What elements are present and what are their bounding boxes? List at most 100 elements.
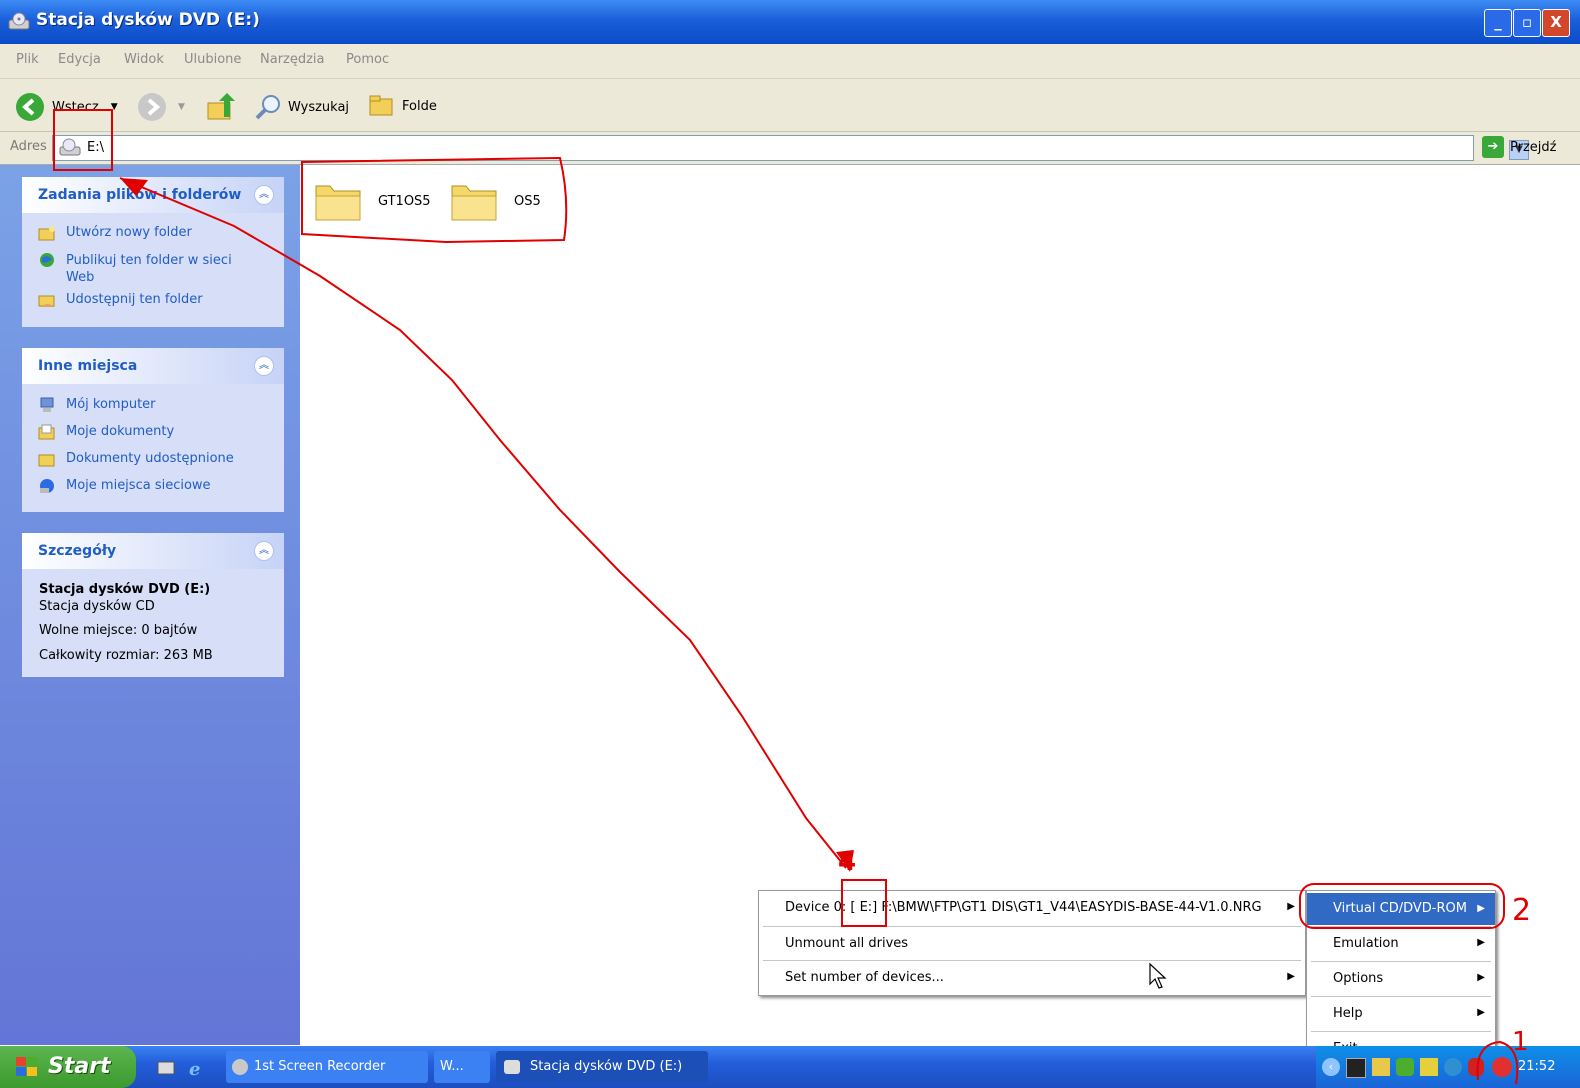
details-name: Stacja dysków DVD (E:) bbox=[39, 582, 211, 597]
file-tasks-box: Zadania plików i folderów ︽ Utwórz nowy … bbox=[22, 177, 284, 327]
tray-app-icon[interactable] bbox=[1396, 1058, 1414, 1076]
details-type: Stacja dysków CD bbox=[39, 599, 155, 614]
address-bar: Adres E:\ ▼ ➔ Przejdź bbox=[0, 132, 1580, 165]
show-desktop-icon[interactable] bbox=[156, 1058, 176, 1078]
tray-app-icon[interactable] bbox=[1346, 1058, 1366, 1078]
forward-dropdown-icon[interactable]: ▼ bbox=[178, 102, 185, 112]
folder-icon bbox=[451, 185, 497, 221]
annotation-number-2: 2 bbox=[1512, 893, 1531, 928]
submenu-arrow-icon: ▶ bbox=[1477, 903, 1485, 914]
task-pane: Zadania plików i folderów ︽ Utwórz nowy … bbox=[0, 165, 300, 1045]
shared-documents-icon bbox=[38, 454, 55, 467]
start-button[interactable]: Start bbox=[0, 1046, 136, 1088]
daemon-tools-tray-icon[interactable] bbox=[1492, 1057, 1512, 1077]
forward-button[interactable]: ▼ bbox=[138, 93, 185, 121]
task-publish-web[interactable]: Publikuj ten folder w sieci Web bbox=[38, 252, 258, 286]
mouse-cursor-icon bbox=[1149, 962, 1167, 989]
windows-logo-icon bbox=[16, 1057, 37, 1076]
submenu-arrow-icon: ▶ bbox=[1477, 1007, 1485, 1018]
clock: 21:52 bbox=[1518, 1059, 1556, 1074]
submenu-arrow-icon: ▶ bbox=[1477, 972, 1485, 983]
close-button[interactable]: X bbox=[1542, 9, 1570, 37]
menu-tools[interactable]: Narzędzia bbox=[260, 52, 325, 67]
submenu-arrow-icon: ▶ bbox=[1477, 937, 1485, 948]
folder-item[interactable]: GT1OS5 bbox=[312, 176, 431, 226]
maximize-button[interactable]: ▫ bbox=[1513, 9, 1541, 37]
documents-folder-icon bbox=[38, 424, 55, 440]
internet-explorer-icon[interactable]: e bbox=[186, 1058, 206, 1078]
details-title: Szczegóły bbox=[38, 543, 117, 559]
task-dvd-drive[interactable]: Stacja dysków DVD (E:) bbox=[496, 1051, 708, 1083]
tray-app-icon[interactable] bbox=[1468, 1058, 1484, 1076]
folders-icon bbox=[369, 95, 393, 116]
address-value: E:\ bbox=[87, 140, 104, 155]
menu-help[interactable]: Pomoc bbox=[346, 52, 389, 67]
menu-file[interactable]: Plik bbox=[16, 52, 39, 67]
tray-expand-icon[interactable]: ‹ bbox=[1322, 1058, 1340, 1076]
details-header[interactable]: Szczegóły ︽ bbox=[22, 533, 284, 569]
file-tasks-header[interactable]: Zadania plików i folderów ︽ bbox=[22, 177, 284, 213]
task-share-folder[interactable]: Udostępnij ten folder bbox=[38, 292, 203, 308]
start-label: Start bbox=[48, 1054, 111, 1079]
recorder-icon bbox=[232, 1059, 248, 1075]
annotation-number-4: 4 bbox=[838, 847, 856, 877]
place-network[interactable]: Moje miejsca sieciowe bbox=[38, 478, 211, 494]
computer-icon bbox=[40, 397, 54, 412]
menu-item-device-0[interactable]: Device 0: [ E:] F:\BMW\FTP\GT1 DIS\GT1_V… bbox=[759, 891, 1305, 925]
place-shared-documents[interactable]: Dokumenty udostępnione bbox=[38, 451, 234, 467]
back-button[interactable]: Wstecz ▼ bbox=[16, 93, 118, 121]
menu-item-options[interactable]: Options ▶ bbox=[1307, 962, 1495, 996]
place-my-documents[interactable]: Moje dokumenty bbox=[38, 424, 174, 440]
search-button[interactable]: Wyszukaj bbox=[254, 93, 349, 121]
menu-item-virtual-cd[interactable]: Virtual CD/DVD-ROM ▶ bbox=[1307, 893, 1495, 925]
title-bar: Stacja dysków DVD (E:) _ ▫ X bbox=[0, 0, 1580, 44]
go-label: Przejdź bbox=[1510, 139, 1557, 155]
collapse-icon[interactable]: ︽ bbox=[254, 541, 274, 561]
place-my-computer[interactable]: Mój komputer bbox=[38, 397, 156, 413]
folder-label: OS5 bbox=[514, 193, 541, 209]
tray-app-icon[interactable] bbox=[1372, 1058, 1390, 1076]
up-folder-icon bbox=[207, 93, 235, 120]
window-title: Stacja dysków DVD (E:) bbox=[36, 10, 260, 30]
back-dropdown-icon[interactable]: ▼ bbox=[111, 102, 118, 112]
dvd-drive-icon bbox=[504, 1060, 520, 1074]
globe-icon bbox=[40, 253, 54, 267]
collapse-icon[interactable]: ︽ bbox=[254, 356, 274, 376]
search-label: Wyszukaj bbox=[288, 99, 350, 115]
folders-button[interactable]: Folde bbox=[368, 93, 437, 119]
tray-app-icon[interactable] bbox=[1444, 1058, 1462, 1076]
new-folder-icon bbox=[38, 226, 55, 241]
other-places-box: Inne miejsca ︽ Mój komputer Moje dokumen… bbox=[22, 348, 284, 512]
file-tasks-title: Zadania plików i folderów bbox=[38, 187, 242, 203]
submenu-arrow-icon: ▶ bbox=[1287, 971, 1295, 982]
menu-favorites[interactable]: Ulubione bbox=[184, 52, 241, 67]
context-menu: Device 0: [ E:] F:\BMW\FTP\GT1 DIS\GT1_V… bbox=[758, 890, 1306, 996]
other-places-header[interactable]: Inne miejsca ︽ bbox=[22, 348, 284, 384]
task-screen-recorder[interactable]: 1st Screen Recorder bbox=[226, 1051, 428, 1083]
go-button[interactable]: ➔ Przejdź bbox=[1482, 136, 1556, 158]
folder-label: GT1OS5 bbox=[378, 193, 431, 209]
back-arrow-icon bbox=[16, 93, 44, 121]
go-arrow-icon: ➔ bbox=[1482, 136, 1504, 158]
context-submenu: Virtual CD/DVD-ROM ▶ Emulation ▶ Options… bbox=[1306, 890, 1496, 1068]
menu-bar: Plik Edycja Widok Ulubione Narzędzia Pom… bbox=[0, 44, 1580, 120]
menu-view[interactable]: Widok bbox=[124, 52, 164, 67]
dvd-drive-icon bbox=[8, 12, 30, 30]
minimize-button[interactable]: _ bbox=[1484, 9, 1512, 37]
tray-app-icon[interactable] bbox=[1420, 1058, 1438, 1076]
menu-item-emulation[interactable]: Emulation ▶ bbox=[1307, 927, 1495, 961]
collapse-icon[interactable]: ︽ bbox=[254, 185, 274, 205]
task-w[interactable]: W... bbox=[434, 1051, 490, 1083]
up-folder-button[interactable] bbox=[206, 93, 236, 121]
details-free-space: Wolne miejsce: 0 bajtów bbox=[39, 623, 198, 638]
menu-item-help[interactable]: Help ▶ bbox=[1307, 997, 1495, 1031]
menu-edit[interactable]: Edycja bbox=[58, 52, 101, 67]
folder-item[interactable]: OS5 bbox=[448, 176, 541, 226]
menu-item-unmount-all[interactable]: Unmount all drives bbox=[759, 927, 1305, 961]
dvd-drive-icon bbox=[59, 138, 81, 156]
search-icon bbox=[255, 95, 280, 120]
address-input[interactable]: E:\ ▼ bbox=[52, 135, 1529, 161]
menu-item-set-number[interactable]: Set number of devices... ▶ bbox=[759, 961, 1305, 995]
task-new-folder[interactable]: Utwórz nowy folder bbox=[38, 225, 192, 241]
network-places-icon bbox=[40, 479, 54, 493]
